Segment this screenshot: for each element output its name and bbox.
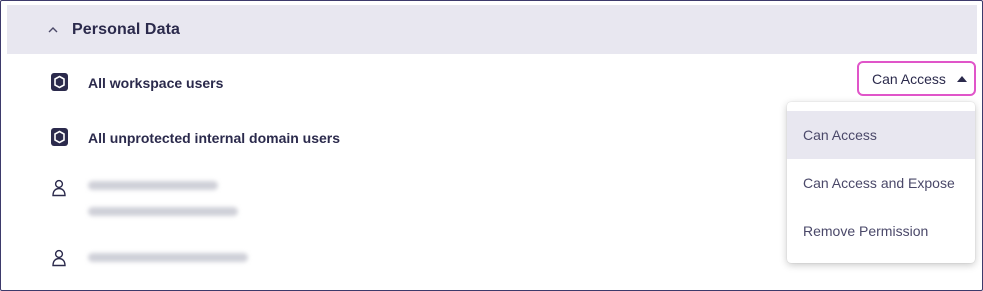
access-level-value: Can Access [872,70,946,87]
access-level-select[interactable]: Can Access [857,61,976,96]
section-title: Personal Data [72,20,181,38]
menu-item-remove-permission[interactable]: Remove Permission [787,207,975,255]
hexagon-group-icon [51,128,68,146]
menu-item-label: Can Access and Expose [803,175,955,191]
access-level-menu: Can Access Can Access and Expose Remove … [787,102,975,263]
menu-item-can-access-and-expose[interactable]: Can Access and Expose [787,159,975,207]
menu-item-label: Remove Permission [803,223,929,239]
user-icon [52,179,66,197]
section-header-personal-data[interactable]: Personal Data [7,5,977,54]
blurred-email [88,181,218,190]
menu-item-can-access[interactable]: Can Access [787,111,975,159]
hexagon-group-icon [51,73,68,91]
permissions-panel: Personal Data All workspace users All un… [0,0,983,291]
row-label-all-workspace-users: All workspace users [88,75,224,91]
blurred-email [88,253,248,262]
user-icon [52,249,66,267]
blurred-email-secondary [88,207,238,216]
chevron-up-icon[interactable] [41,26,65,34]
menu-item-label: Can Access [803,127,877,143]
caret-up-icon [956,75,967,82]
row-label-all-unprotected-internal-domain-users: All unprotected internal domain users [88,130,341,146]
